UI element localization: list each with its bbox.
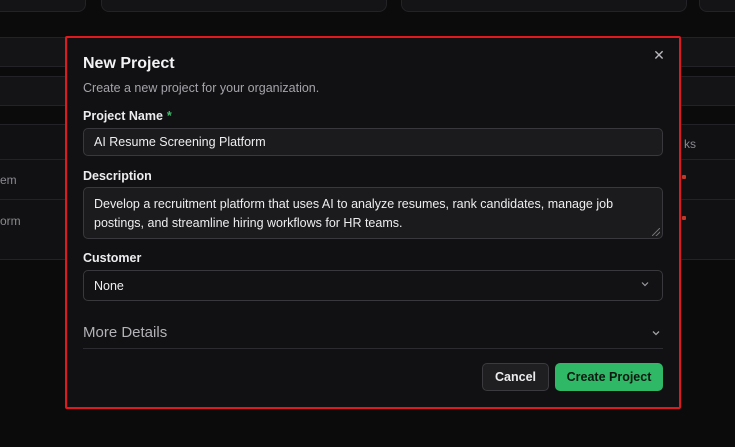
description-textarea[interactable]: Develop a recruitment platform that uses… bbox=[83, 187, 663, 239]
customer-select[interactable]: None bbox=[83, 270, 663, 301]
more-details-label: More Details bbox=[83, 324, 168, 341]
bg-card bbox=[101, 0, 387, 12]
resize-handle-icon[interactable] bbox=[652, 228, 660, 236]
customer-selected-value: None bbox=[94, 279, 124, 293]
project-name-label-text: Project Name bbox=[83, 109, 163, 123]
chevron-down-icon bbox=[652, 331, 660, 336]
new-project-dialog: ✕ New Project Create a new project for y… bbox=[65, 36, 681, 409]
project-name-value: AI Resume Screening Platform bbox=[94, 135, 266, 149]
bg-card bbox=[401, 0, 687, 12]
customer-label: Customer bbox=[83, 251, 142, 265]
chevron-down-icon bbox=[641, 282, 649, 287]
close-icon[interactable]: ✕ bbox=[651, 47, 667, 63]
more-details-toggle[interactable]: More Details bbox=[83, 318, 663, 349]
table-cell-text: em bbox=[0, 173, 17, 187]
dialog-subtitle: Create a new project for your organizati… bbox=[83, 81, 320, 95]
bg-card bbox=[0, 0, 86, 12]
dialog-title: New Project bbox=[83, 55, 175, 72]
bg-card bbox=[699, 0, 735, 12]
description-label: Description bbox=[83, 169, 152, 183]
cancel-button[interactable]: Cancel bbox=[482, 363, 549, 391]
table-cell-text: orm bbox=[0, 214, 21, 228]
project-name-label: Project Name * bbox=[83, 109, 172, 123]
table-header-text: ks bbox=[684, 137, 696, 151]
app-background: ks em orm ✕ New Project Create a new pro… bbox=[0, 0, 735, 447]
project-name-input[interactable]: AI Resume Screening Platform bbox=[83, 128, 663, 156]
required-marker: * bbox=[166, 109, 172, 123]
status-dot bbox=[682, 216, 686, 220]
description-value: Develop a recruitment platform that uses… bbox=[94, 197, 614, 230]
status-dot bbox=[682, 175, 686, 179]
create-project-button[interactable]: Create Project bbox=[555, 363, 663, 391]
